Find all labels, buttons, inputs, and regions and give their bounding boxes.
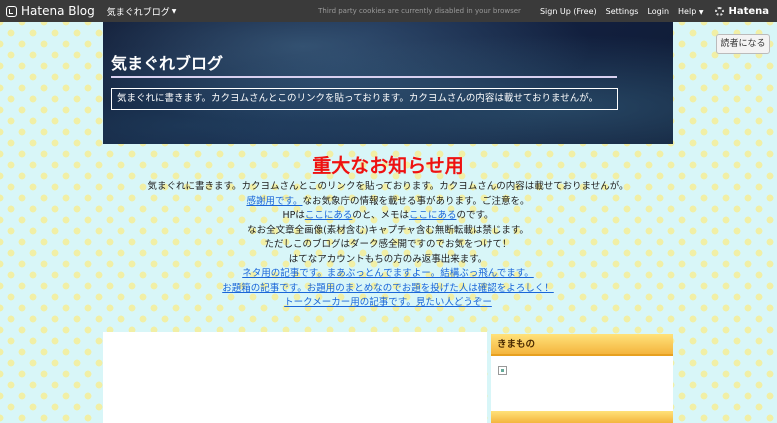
thanks-link[interactable]: 感謝用です。 bbox=[246, 196, 302, 207]
sidebar-module-body bbox=[491, 356, 673, 411]
blog-title[interactable]: 気まぐれブログ bbox=[111, 52, 617, 78]
notice-line: ただしこのブログはダーク感全開ですのでお気をつけて！ bbox=[264, 239, 512, 250]
notice-line: 気まぐれに書きます。カクヨムさんとこのリンクを貼っております。カクヨムさんの内容… bbox=[147, 181, 629, 192]
login-link[interactable]: Login bbox=[647, 7, 669, 16]
settings-link[interactable]: Settings bbox=[606, 7, 639, 16]
hatena-blog-logo[interactable]: Hatena Blog bbox=[6, 4, 95, 18]
notice-line: ネタ用の記事です。まあぶっとんでますよー。結構ぶっ飛んでます。 bbox=[103, 267, 673, 282]
notice-line: はてなアカウントもちの方のみ返事出来ます。 bbox=[288, 253, 488, 265]
hp-link[interactable]: ここにある bbox=[305, 210, 353, 221]
notice-text: HPは bbox=[282, 210, 305, 221]
caret-down-icon: ▼ bbox=[698, 8, 704, 16]
hatena-blog-logo-icon bbox=[6, 5, 17, 17]
notice-text: のと、メモは bbox=[352, 210, 409, 221]
blog-header: 気まぐれブログ 気まぐれに書きます。カクヨムさんとこのリンクを貼っております。カ… bbox=[103, 22, 673, 144]
sidebar-module-title bbox=[491, 411, 673, 423]
notice-section: 重大なお知らせ用 気まぐれに書きます。カクヨムさんとこのリンクを貼っております。… bbox=[103, 152, 673, 311]
broken-image-icon[interactable] bbox=[498, 366, 507, 375]
notice-line: お題箱の記事です。お題用のまとめなのでお題を投げた人は確認をよろしく！ bbox=[103, 282, 673, 297]
notice-title: 重大なお知らせ用 bbox=[312, 155, 464, 177]
notice-line: トークメーカー用の記事です。見たい人どうぞー bbox=[103, 296, 673, 311]
hatena-topbar: Hatena Blog 気まぐれブログ ▼ Third party cookie… bbox=[0, 0, 777, 22]
blog-switch-label: 気まぐれブログ bbox=[106, 7, 170, 18]
help-menu[interactable]: Help ▼ bbox=[678, 7, 703, 16]
notice-line: HPはここにあるのと、メモはここにあるのです。 bbox=[103, 209, 673, 224]
memo-link[interactable]: ここにある bbox=[409, 210, 457, 221]
help-label: Help bbox=[678, 6, 697, 16]
notice-text: のです。 bbox=[456, 210, 494, 221]
hatena-label: Hatena bbox=[728, 5, 769, 17]
blog-description: 気まぐれに書きます。カクヨムさんとこのリンクを貼っております。カクヨムさんの内容… bbox=[111, 88, 618, 110]
logo-text: Hatena Blog bbox=[21, 4, 95, 18]
cookie-note: Third party cookies are currently disabl… bbox=[318, 7, 521, 15]
hatena-logo-icon bbox=[715, 6, 725, 16]
notice-text: なお気象庁の情報を載せる事があります。ご注意を。 bbox=[302, 195, 530, 207]
hatena-link[interactable]: Hatena bbox=[715, 6, 769, 17]
sidebar-module-title: きまもの bbox=[491, 334, 673, 356]
caret-down-icon: ▼ bbox=[171, 7, 177, 15]
blog-switch-menu[interactable]: 気まぐれブログ ▼ bbox=[107, 5, 177, 18]
neta-article-link[interactable]: ネタ用の記事です。まあぶっとんでますよー。結構ぶっ飛んでます。 bbox=[242, 268, 534, 279]
talkmaker-article-link[interactable]: トークメーカー用の記事です。見たい人どうぞー bbox=[284, 297, 492, 308]
signup-link[interactable]: Sign Up (Free) bbox=[540, 7, 597, 16]
subscribe-button[interactable]: 読者になる bbox=[716, 34, 770, 54]
notice-line: なお全文章全画像(素材含む)キャプチャ含む無断転載は禁じます。 bbox=[247, 224, 529, 236]
odai-article-link[interactable]: お題箱の記事です。お題用のまとめなのでお題を投げた人は確認をよろしく！ bbox=[222, 283, 554, 294]
notice-line: 感謝用です。なお気象庁の情報を載せる事があります。ご注意を。 bbox=[103, 195, 673, 210]
main-content-area bbox=[103, 332, 487, 423]
